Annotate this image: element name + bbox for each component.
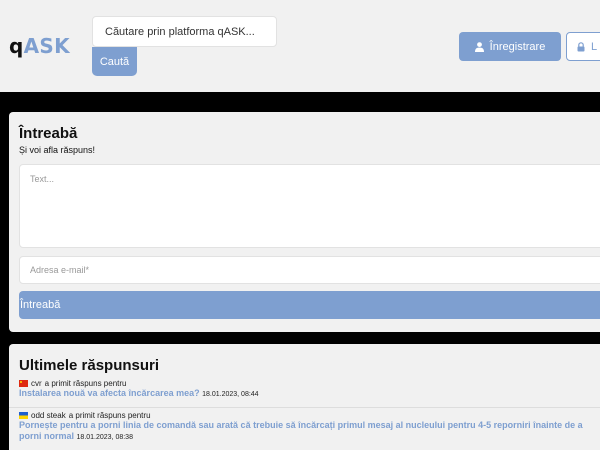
question-text-field[interactable] — [19, 164, 600, 248]
logo[interactable]: qASK — [9, 34, 70, 58]
register-button[interactable]: Înregistrare — [459, 32, 561, 61]
logo-ask: ASK — [23, 34, 70, 58]
answer-meta: odd steak a primit răspuns pentru — [9, 410, 600, 420]
login-label: L — [591, 40, 598, 53]
ask-card: Întreabă Și voi afla răspuns! Întreabă — [9, 112, 600, 332]
answer-date: 18.01.2023, 08:38 — [76, 434, 133, 441]
ask-title: Întreabă — [19, 125, 78, 142]
cn-flag-icon — [19, 379, 28, 387]
ask-submit-label: Întreabă — [20, 299, 61, 311]
login-button[interactable]: L — [566, 32, 600, 61]
header: qASK Caută Înregistrare L — [0, 0, 600, 92]
email-field[interactable] — [19, 256, 600, 284]
answer-meta: cvr a primit răspuns pentru — [9, 378, 600, 388]
answer-item: cvr a primit răspuns pentru Instalarea n… — [9, 378, 600, 408]
search-button[interactable]: Caută — [92, 47, 137, 76]
answer-question-link[interactable]: Instalarea nouă va afecta încărcarea mea… — [19, 388, 200, 398]
answer-action: a primit răspuns pentru — [44, 378, 127, 388]
register-label: Înregistrare — [489, 40, 546, 53]
ask-submit-button[interactable]: Întreabă — [19, 291, 600, 319]
answer-question: Instalarea nouă va afecta încărcarea mea… — [9, 388, 599, 400]
answer-question: Pornește pentru a porni linia de comandă… — [9, 420, 599, 443]
lock-icon — [577, 41, 585, 51]
answer-item: odd steak a primit răspuns pentru Porneș… — [9, 410, 600, 443]
logo-q: q — [9, 34, 24, 58]
answer-user[interactable]: cvr — [31, 379, 42, 388]
user-icon — [474, 41, 484, 52]
answer-date: 18.01.2023, 08:44 — [202, 391, 259, 398]
answers-title: Ultimele răspunsuri — [19, 357, 160, 374]
ua-flag-icon — [19, 411, 28, 419]
ask-subtitle: Și voi afla răspuns! — [19, 145, 96, 155]
answer-action: a primit răspuns pentru — [68, 410, 151, 420]
search-input[interactable] — [92, 16, 277, 47]
latest-answers-card: Ultimele răspunsuri cvr a primit răspuns… — [9, 344, 600, 450]
answer-user[interactable]: odd steak — [31, 411, 66, 420]
